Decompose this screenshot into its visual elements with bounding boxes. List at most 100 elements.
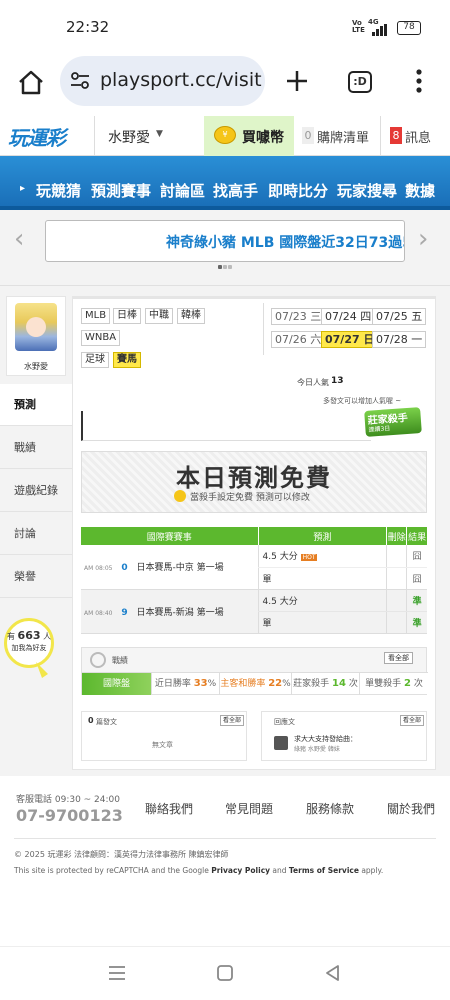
free-banner-sub: 當殺手設定免費 預測可以修改 xyxy=(190,493,310,503)
footer-link-contact[interactable]: 聯絡我們 xyxy=(145,800,193,817)
sidebar-item-honor[interactable]: 榮譽 xyxy=(0,556,72,598)
terms-link[interactable]: Terms of Service xyxy=(289,866,359,875)
system-nav-bar xyxy=(0,946,450,1000)
next-arrow-icon[interactable]: › xyxy=(418,224,428,254)
tab-count: :D xyxy=(353,75,367,88)
date-chip[interactable]: 07/23 三 xyxy=(271,308,326,325)
site-logo[interactable]: 玩運彩 xyxy=(8,122,66,151)
fans-suffix: 人 xyxy=(43,632,52,641)
sidebar-item-discuss[interactable]: 討論 xyxy=(0,513,72,555)
nav-item-player-search[interactable]: 玩家搜尋 xyxy=(337,180,397,201)
footer-link-terms[interactable]: 服務條款 xyxy=(306,800,354,817)
replies-box: 回應文 看全部 求大大支持發給曲： 綠豬 水野愛 韓妹 xyxy=(261,711,427,761)
prediction-table: 國際賽賽事 預測 刪除 結果 AM 08:05 0 日本賽馬-中京 第一場 4.… xyxy=(81,527,427,634)
badge-sub: 連續3日 xyxy=(368,425,391,434)
apply-text: apply. xyxy=(358,866,384,875)
divider xyxy=(263,303,264,355)
ticker-box[interactable]: 神奇綠小豬 MLB 國際盤近32日73過5 xyxy=(45,220,405,262)
divider xyxy=(380,116,381,156)
browser-toolbar: playsport.cc/visit :D xyxy=(0,48,450,116)
nav-item-experts[interactable]: 找高手 xyxy=(213,180,258,201)
reply-title[interactable]: 求大大支持發給曲： xyxy=(294,734,357,744)
tab-switcher-button[interactable]: :D xyxy=(348,71,372,93)
buy-coins-button[interactable]: ¥ 買噱幣 xyxy=(204,116,294,156)
stats-view-all-button[interactable]: 看全部 xyxy=(384,652,413,664)
coin-icon: ¥ xyxy=(214,126,236,144)
posts-view-all-button[interactable]: 看全部 xyxy=(220,715,245,726)
table-row: AM 08:05 0 日本賽馬-中京 第一場 4.5 大分 HOT 囧 xyxy=(81,545,427,590)
date-chip[interactable]: 07/26 六 xyxy=(271,331,326,348)
race-name[interactable]: 日本賽馬-新潟 第一場 xyxy=(137,608,224,618)
status-bar: 22:32 Vo LTE 4G 78 xyxy=(0,0,450,48)
cart-link[interactable]: 購牌清單 xyxy=(317,127,369,146)
league-npb[interactable]: 日棒 xyxy=(113,308,141,324)
nav-item-data[interactable]: 數據 xyxy=(405,180,435,201)
home-nav-icon[interactable] xyxy=(216,964,234,982)
home-icon[interactable] xyxy=(17,69,45,95)
record-icon xyxy=(90,652,106,668)
sidebar-item-game-log[interactable]: 遊戲紀錄 xyxy=(0,470,72,512)
recents-icon[interactable] xyxy=(108,965,126,981)
sidebar-item-predict[interactable]: 預測 xyxy=(0,384,72,426)
stats-value: 33 xyxy=(193,678,208,689)
stats-value: 22 xyxy=(268,678,283,689)
pick-text: 單 xyxy=(257,611,387,634)
posts-label: 篇發文 xyxy=(96,718,117,726)
more-menu-icon[interactable] xyxy=(414,68,424,94)
sidebar-item-record[interactable]: 戰績 xyxy=(0,427,72,469)
race-name[interactable]: 日本賽馬-中京 第一場 xyxy=(137,563,224,573)
post-input[interactable] xyxy=(81,411,371,441)
address-bar[interactable]: playsport.cc/visit xyxy=(60,56,265,106)
stats-label: 單雙殺手 xyxy=(365,679,402,689)
stats-cell: 主客和勝率 22% xyxy=(220,673,292,695)
service-hours: 客服電話 09:30 ~ 24:00 xyxy=(16,795,120,805)
date-chip[interactable]: 07/24 四 xyxy=(321,308,376,325)
nav-item-live-score[interactable]: 即時比分 xyxy=(268,180,328,201)
posts-empty: 無文章 xyxy=(152,741,173,749)
privacy-link[interactable]: Privacy Policy xyxy=(211,866,270,875)
popularity-hint: 多發文可以增加人氣喔 ~ xyxy=(323,397,402,405)
table-header: 刪除 xyxy=(386,527,407,545)
date-chip[interactable]: 07/28 一 xyxy=(372,331,427,348)
date-chip[interactable]: 07/25 五 xyxy=(372,308,427,325)
prev-arrow-icon[interactable]: ‹ xyxy=(14,224,24,254)
league-horse-racing[interactable]: 賽馬 xyxy=(113,352,141,368)
service-phone[interactable]: 07-9700123 xyxy=(16,806,123,825)
nav-item-play[interactable]: 玩競猜 xyxy=(36,180,81,201)
stats-tab-intl[interactable]: 國際盤 xyxy=(82,673,152,695)
new-tab-icon[interactable] xyxy=(285,69,309,93)
messages-link[interactable]: 訊息 xyxy=(405,127,431,146)
profile-card[interactable]: 水野愛 xyxy=(6,296,66,376)
league-mlb[interactable]: MLB xyxy=(81,308,111,324)
stats-value: 14 xyxy=(332,678,346,689)
ticker-text[interactable]: 神奇綠小豬 MLB 國際盤近32日73過5 xyxy=(166,232,404,252)
league-wnba[interactable]: WNBA xyxy=(81,330,121,346)
caret-icon: ▸ xyxy=(20,183,26,194)
nav-item-predict[interactable]: 預測賽事 xyxy=(91,180,151,201)
date-chip-active[interactable]: 07/27 日 xyxy=(321,331,379,348)
league-cpbl[interactable]: 中職 xyxy=(145,308,173,324)
url-text[interactable]: playsport.cc/visit xyxy=(100,69,262,91)
league-soccer[interactable]: 足球 xyxy=(81,352,109,368)
avatar[interactable] xyxy=(15,303,57,351)
free-prediction-banner: 本日預測免費 當殺手設定免費 預測可以修改 xyxy=(81,451,427,513)
table-header: 預測 xyxy=(257,527,387,545)
fans-label: 加我為好友 xyxy=(11,644,47,652)
replies-view-all-button[interactable]: 看全部 xyxy=(400,715,425,726)
and-text: and xyxy=(270,866,289,875)
popularity-value: 13 xyxy=(331,376,344,386)
site-settings-icon[interactable] xyxy=(70,72,90,90)
league-kbo[interactable]: 韓棒 xyxy=(177,308,205,324)
chevron-down-icon[interactable]: ▼ xyxy=(156,129,163,139)
back-nav-icon[interactable] xyxy=(324,964,340,982)
stats-title: 戰績 xyxy=(112,656,128,665)
reply-meta: 綠豬 水野愛 韓妹 xyxy=(294,746,340,753)
site-header: 玩運彩 水野愛 ▼ ¥ 買噱幣 0 購牌清單 8 訊息 xyxy=(0,116,450,156)
footer-link-about[interactable]: 關於我們 xyxy=(387,800,435,817)
user-menu[interactable]: 水野愛 xyxy=(108,127,150,147)
nav-item-forum[interactable]: 討論區 xyxy=(160,180,205,201)
stats-cell: 單雙殺手 2 次 xyxy=(360,673,428,695)
footer-link-faq[interactable]: 常見問題 xyxy=(225,800,273,817)
avatar-face xyxy=(26,317,46,337)
race-number: 9 xyxy=(121,607,128,618)
